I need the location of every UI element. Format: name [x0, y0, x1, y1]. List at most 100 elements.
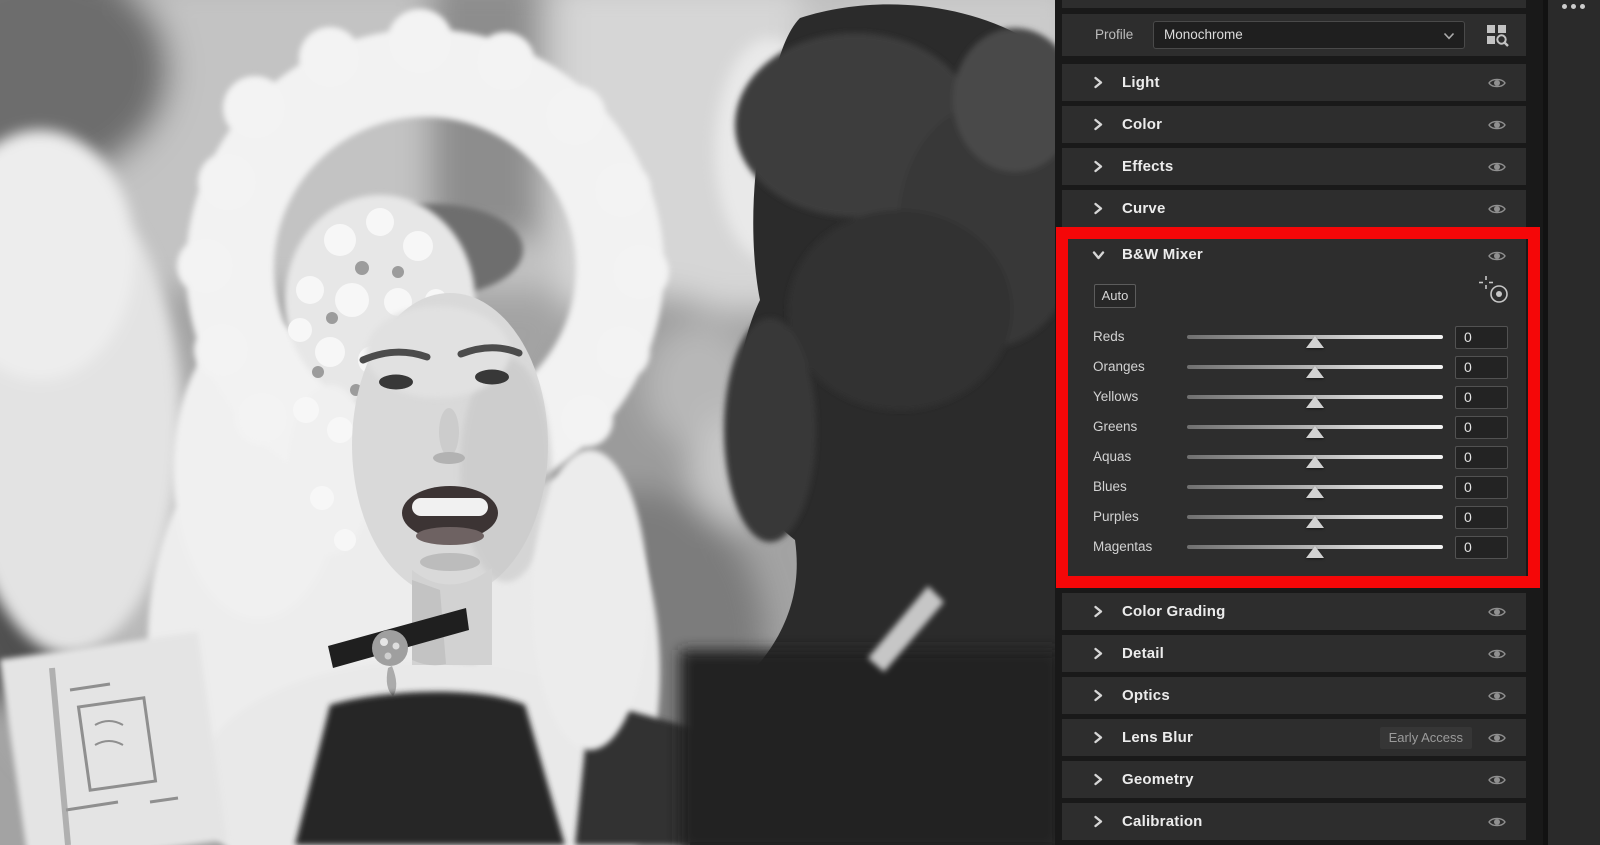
eye-icon[interactable] — [1488, 605, 1506, 619]
profile-browser-icon[interactable] — [1484, 22, 1510, 48]
slider-value-input[interactable]: 0 — [1455, 506, 1508, 529]
section-title: Detail — [1122, 645, 1165, 662]
eye-icon[interactable] — [1488, 731, 1506, 745]
section-title: Curve — [1122, 200, 1166, 217]
slider-label: Magentas — [1093, 539, 1153, 554]
photo-man — [680, 4, 1055, 845]
slider-row-aquas: Aquas 0 — [1062, 442, 1526, 472]
section-lens-blur[interactable]: Lens Blur Early Access — [1062, 719, 1526, 756]
profile-dropdown-value: Monochrome — [1164, 27, 1243, 42]
slider-value-input[interactable]: 0 — [1455, 476, 1508, 499]
slider-track[interactable] — [1187, 515, 1443, 528]
section-title: Optics — [1122, 687, 1170, 704]
edit-panel: Profile Monochrome Light Color Effects C… — [1055, 0, 1543, 845]
profile-row: Profile Monochrome — [1062, 14, 1526, 56]
slider-label: Reds — [1093, 329, 1125, 344]
slider-track[interactable] — [1187, 455, 1443, 468]
chevron-right-icon[interactable] — [1092, 118, 1104, 131]
slider-value-input[interactable]: 0 — [1455, 446, 1508, 469]
eye-icon[interactable] — [1488, 118, 1506, 132]
section-title: Lens Blur — [1122, 729, 1193, 746]
slider-label: Blues — [1093, 479, 1127, 494]
slider-label: Oranges — [1093, 359, 1145, 374]
chevron-down-icon[interactable] — [1092, 249, 1105, 261]
section-detail[interactable]: Detail — [1062, 635, 1526, 672]
slider-row-yellows: Yellows 0 — [1062, 382, 1526, 412]
slider-row-oranges: Oranges 0 — [1062, 352, 1526, 382]
slider-thumb[interactable] — [1306, 456, 1324, 468]
section-color-grading[interactable]: Color Grading — [1062, 593, 1526, 630]
section-light[interactable]: Light — [1062, 64, 1526, 101]
early-access-badge: Early Access — [1379, 727, 1472, 749]
slider-thumb[interactable] — [1306, 516, 1324, 528]
eye-icon[interactable] — [1488, 689, 1506, 703]
slider-label: Yellows — [1093, 389, 1139, 404]
section-effects[interactable]: Effects — [1062, 148, 1526, 185]
section-title: Light — [1122, 74, 1160, 91]
chevron-right-icon[interactable] — [1092, 605, 1104, 618]
slider-track[interactable] — [1187, 425, 1443, 438]
slider-value-input[interactable]: 0 — [1455, 386, 1508, 409]
slider-track[interactable] — [1187, 365, 1443, 378]
profile-label: Profile — [1095, 27, 1134, 42]
slider-value-input[interactable]: 0 — [1455, 416, 1508, 439]
section-color[interactable]: Color — [1062, 106, 1526, 143]
profile-dropdown[interactable]: Monochrome — [1153, 21, 1465, 49]
eye-icon[interactable] — [1488, 249, 1506, 263]
right-toolbar-rail — [1543, 0, 1600, 845]
eye-icon[interactable] — [1488, 815, 1506, 829]
section-title: Color Grading — [1122, 603, 1226, 620]
slider-label: Greens — [1093, 419, 1138, 434]
slider-thumb[interactable] — [1306, 546, 1324, 558]
slider-thumb[interactable] — [1306, 366, 1324, 378]
photo-canvas — [0, 0, 1055, 845]
eye-icon[interactable] — [1488, 773, 1506, 787]
slider-row-greens: Greens 0 — [1062, 412, 1526, 442]
section-optics[interactable]: Optics — [1062, 677, 1526, 714]
section-curve[interactable]: Curve — [1062, 190, 1526, 227]
slider-thumb[interactable] — [1306, 336, 1324, 348]
slider-row-blues: Blues 0 — [1062, 472, 1526, 502]
section-geometry[interactable]: Geometry — [1062, 761, 1526, 798]
eye-icon[interactable] — [1488, 76, 1506, 90]
slider-row-purples: Purples 0 — [1062, 502, 1526, 532]
slider-label: Purples — [1093, 509, 1139, 524]
slider-track[interactable] — [1187, 545, 1443, 558]
slider-thumb[interactable] — [1306, 486, 1324, 498]
section-title: B&W Mixer — [1122, 246, 1203, 263]
eye-icon[interactable] — [1488, 202, 1506, 216]
slider-track[interactable] — [1187, 335, 1443, 348]
slider-label: Aquas — [1093, 449, 1132, 464]
section-bw-mixer: B&W Mixer Auto Reds 0 Oranges 0 Yellows … — [1062, 239, 1526, 576]
slider-thumb[interactable] — [1306, 426, 1324, 438]
slider-thumb[interactable] — [1306, 396, 1324, 408]
section-title: Calibration — [1122, 813, 1203, 830]
slider-row-magentas: Magentas 0 — [1062, 532, 1526, 562]
slider-track[interactable] — [1187, 485, 1443, 498]
auto-button[interactable]: Auto — [1094, 284, 1136, 308]
slider-row-reds: Reds 0 — [1062, 322, 1526, 352]
eye-icon[interactable] — [1488, 647, 1506, 661]
section-title: Effects — [1122, 158, 1174, 175]
chevron-right-icon[interactable] — [1092, 160, 1104, 173]
slider-track[interactable] — [1187, 395, 1443, 408]
slider-value-input[interactable]: 0 — [1455, 326, 1508, 349]
chevron-right-icon[interactable] — [1092, 76, 1104, 89]
chevron-right-icon[interactable] — [1092, 815, 1104, 828]
photo-illustration — [0, 0, 1055, 845]
panel-top-stub — [1062, 0, 1526, 8]
eye-icon[interactable] — [1488, 160, 1506, 174]
slider-value-input[interactable]: 0 — [1455, 356, 1508, 379]
chevron-right-icon[interactable] — [1092, 647, 1104, 660]
lightroom-edit-view: Profile Monochrome Light Color Effects C… — [0, 0, 1600, 845]
section-title: Geometry — [1122, 771, 1194, 788]
chevron-right-icon[interactable] — [1092, 731, 1104, 744]
slider-value-input[interactable]: 0 — [1455, 536, 1508, 559]
chevron-right-icon[interactable] — [1092, 202, 1104, 215]
section-title: Color — [1122, 116, 1163, 133]
targeted-adjustment-icon[interactable] — [1478, 275, 1510, 305]
more-options-icon[interactable] — [1562, 4, 1585, 9]
chevron-right-icon[interactable] — [1092, 773, 1104, 786]
section-calibration[interactable]: Calibration — [1062, 803, 1526, 840]
chevron-right-icon[interactable] — [1092, 689, 1104, 702]
